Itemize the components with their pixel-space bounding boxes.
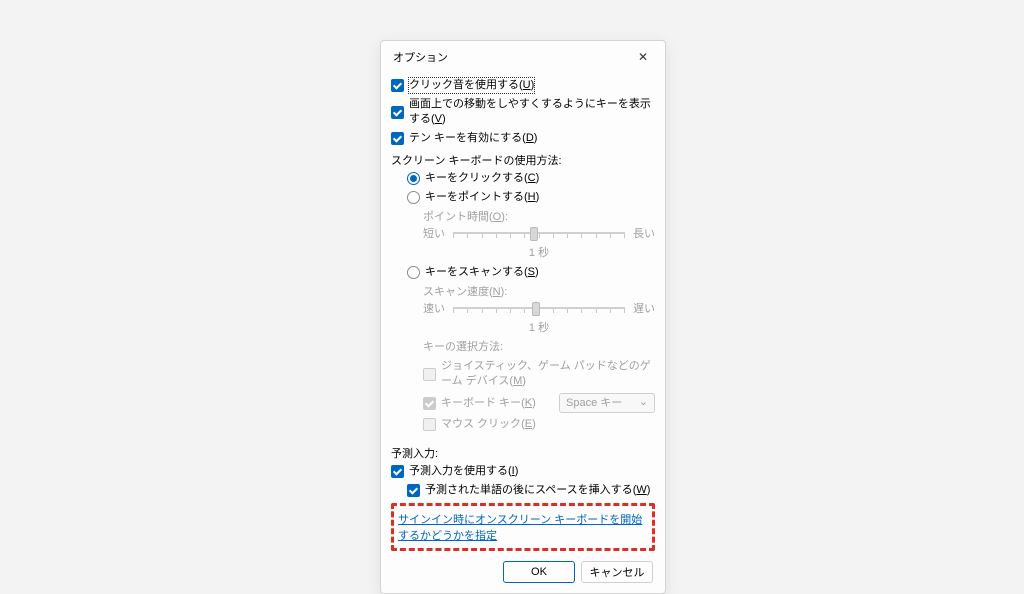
click-sound-checkbox[interactable] <box>391 79 404 92</box>
radio-scan[interactable] <box>407 266 420 279</box>
hover-slider-value: 1 秒 <box>423 244 655 260</box>
options-dialog: オプション ✕ クリック音を使用する(U) 画面上での移動をしやすくするようにキ… <box>380 40 666 594</box>
use-prediction-row[interactable]: 予測入力を使用する(I) <box>391 463 655 480</box>
hover-max-label: 長い <box>631 225 655 241</box>
radio-scan-label: キーをスキャンする(S) <box>425 265 539 280</box>
insert-space-label: 予測された単語の後にスペースを挿入する(W) <box>425 483 650 498</box>
keyboard-key-label: キーボード キー(K) <box>441 396 536 411</box>
click-sound-label: クリック音を使用する(U) <box>409 78 534 93</box>
numeric-keypad-label: テン キーを有効にする(D) <box>409 131 537 146</box>
scan-min-label: 速い <box>423 300 447 316</box>
keyboard-key-dropdown: Space キー <box>559 393 655 413</box>
scan-max-label: 遅い <box>631 300 655 316</box>
show-keys-row[interactable]: 画面上での移動をしやすくするようにキーを表示する(V) <box>391 96 655 128</box>
insert-space-checkbox[interactable] <box>407 484 420 497</box>
usage-section-title: スクリーン キーボードの使用方法: <box>391 152 655 168</box>
signin-link-highlight: サインイン時にオンスクリーン キーボードを開始するかどうかを指定 <box>391 503 655 551</box>
scan-slider <box>453 299 625 317</box>
radio-hover-label: キーをポイントする(H) <box>425 190 539 205</box>
use-prediction-label: 予測入力を使用する(I) <box>409 464 518 479</box>
radio-hover[interactable] <box>407 191 420 204</box>
title-bar: オプション ✕ <box>381 41 665 71</box>
show-keys-label: 画面上での移動をしやすくするようにキーを表示する(V) <box>409 97 655 127</box>
radio-click-row[interactable]: キーをクリックする(C) <box>391 170 655 187</box>
use-prediction-checkbox[interactable] <box>391 465 404 478</box>
joystick-checkbox <box>423 368 436 381</box>
insert-space-row[interactable]: 予測された単語の後にスペースを挿入する(W) <box>391 482 655 499</box>
button-row: OK キャンセル <box>391 557 655 585</box>
ok-button[interactable]: OK <box>503 561 575 583</box>
close-icon: ✕ <box>638 50 648 64</box>
radio-click[interactable] <box>407 172 420 185</box>
click-sound-row[interactable]: クリック音を使用する(U) <box>391 77 655 94</box>
radio-scan-row[interactable]: キーをスキャンする(S) <box>391 264 655 281</box>
hover-slider-title: ポイント時間(O): <box>423 208 655 224</box>
dialog-content: クリック音を使用する(U) 画面上での移動をしやすくするようにキーを表示する(V… <box>381 71 665 593</box>
scan-slider-area: スキャン速度(N): 速い 遅い 1 秒 <box>391 283 655 335</box>
keyboard-key-checkbox <box>423 397 436 410</box>
show-keys-checkbox[interactable] <box>391 106 404 119</box>
radio-hover-row[interactable]: キーをポイントする(H) <box>391 189 655 206</box>
numeric-keypad-row[interactable]: テン キーを有効にする(D) <box>391 130 655 147</box>
mouse-click-row: マウス クリック(E) <box>391 416 655 433</box>
hover-min-label: 短い <box>423 225 447 241</box>
joystick-row: ジョイスティック、ゲーム パッドなどのゲーム デバイス(M) <box>391 358 655 390</box>
select-method-title: キーの選択方法: <box>391 339 655 356</box>
close-button[interactable]: ✕ <box>629 47 657 67</box>
signin-link[interactable]: サインイン時にオンスクリーン キーボードを開始するかどうかを指定 <box>398 514 642 542</box>
scan-slider-value: 1 秒 <box>423 319 655 335</box>
mouse-click-label: マウス クリック(E) <box>441 417 536 432</box>
radio-click-label: キーをクリックする(C) <box>425 171 539 186</box>
dialog-title: オプション <box>393 49 448 65</box>
mouse-click-checkbox <box>423 418 436 431</box>
cancel-button[interactable]: キャンセル <box>581 561 653 583</box>
keyboard-key-row: キーボード キー(K) Space キー <box>391 392 655 414</box>
scan-slider-title: スキャン速度(N): <box>423 283 655 299</box>
predict-section-title: 予測入力: <box>391 445 655 461</box>
joystick-label: ジョイスティック、ゲーム パッドなどのゲーム デバイス(M) <box>441 359 655 389</box>
hover-slider <box>453 224 625 242</box>
numeric-keypad-checkbox[interactable] <box>391 132 404 145</box>
hover-slider-area: ポイント時間(O): 短い 長い 1 秒 <box>391 208 655 260</box>
